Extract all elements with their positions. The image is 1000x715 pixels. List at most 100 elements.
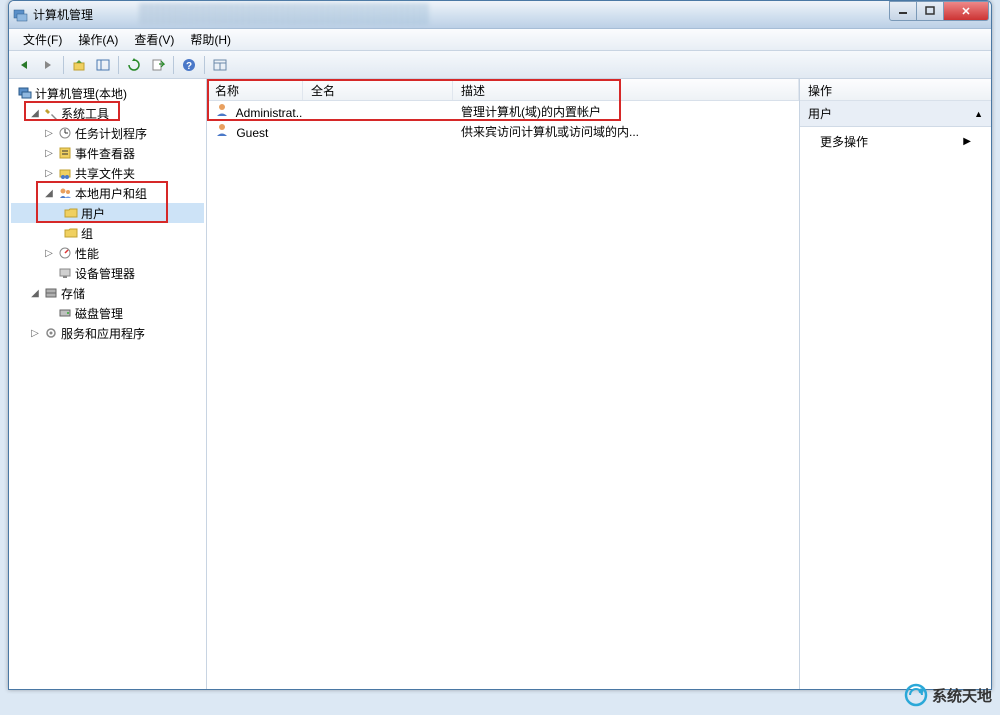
titlebar[interactable]: 计算机管理 ✕ [9, 1, 991, 29]
tree-disk-management[interactable]: 磁盘管理 [11, 303, 204, 323]
up-button[interactable] [68, 54, 90, 76]
blurred-background-app [139, 3, 429, 25]
toolbar-separator [204, 56, 205, 74]
tree-local-users-groups[interactable]: ◢ 本地用户和组 [11, 183, 204, 203]
menu-view[interactable]: 查看(V) [126, 29, 182, 50]
tree-label: 存储 [61, 285, 85, 302]
forward-button[interactable] [37, 54, 59, 76]
tree-groups[interactable]: 组 [11, 223, 204, 243]
list-row-guest[interactable]: Guest 供来宾访问计算机或访问域的内... [207, 121, 799, 141]
tree-label: 共享文件夹 [75, 165, 135, 182]
cell-description: 管理计算机(域)的内置帐户 [453, 103, 799, 120]
refresh-button[interactable] [123, 54, 145, 76]
tree-label: 性能 [75, 245, 99, 262]
cell-description: 供来宾访问计算机或访问域的内... [453, 123, 799, 140]
expander-icon[interactable]: ▷ [43, 168, 55, 179]
list-header: 名称 全名 描述 [207, 79, 799, 101]
svg-text:?: ? [186, 61, 192, 72]
expander-icon[interactable]: ▷ [29, 328, 41, 339]
tree-performance[interactable]: ▷ 性能 [11, 243, 204, 263]
event-icon [57, 145, 73, 161]
tree-label: 设备管理器 [75, 265, 135, 282]
expander-icon[interactable]: ◢ [29, 108, 41, 119]
action-more-operations[interactable]: 更多操作 ▶ [800, 127, 991, 156]
tree-label: 事件查看器 [75, 145, 135, 162]
collapse-icon[interactable]: ▲ [974, 109, 983, 119]
col-fullname[interactable]: 全名 [303, 79, 453, 100]
cell-name: Guest [236, 126, 268, 140]
expander-icon[interactable]: ◢ [29, 288, 41, 299]
action-item-label: 更多操作 [820, 133, 868, 150]
chevron-right-icon: ▶ [963, 136, 971, 147]
tree-shared-folders[interactable]: ▷ 共享文件夹 [11, 163, 204, 183]
toolbar: ? [9, 51, 991, 79]
menu-help[interactable]: 帮助(H) [182, 29, 239, 50]
toolbar-separator [173, 56, 174, 74]
expander-icon[interactable]: ▷ [43, 248, 55, 259]
expander-icon[interactable]: ▷ [43, 128, 55, 139]
app-icon [13, 7, 29, 23]
computer-management-window: 计算机管理 ✕ 文件(F) 操作(A) 查看(V) 帮助(H) ? 计算机管理 [8, 0, 992, 690]
window-title: 计算机管理 [33, 6, 93, 23]
tree-users[interactable]: 用户 [11, 203, 204, 223]
tools-icon [43, 105, 59, 121]
user-icon [215, 103, 231, 117]
menu-file[interactable]: 文件(F) [15, 29, 70, 50]
tree-root[interactable]: 计算机管理(本地) [11, 83, 204, 103]
tree-event-viewer[interactable]: ▷ 事件查看器 [11, 143, 204, 163]
tree-label: 服务和应用程序 [61, 325, 145, 342]
menu-action[interactable]: 操作(A) [70, 29, 126, 50]
clock-icon [57, 125, 73, 141]
performance-icon [57, 245, 73, 261]
back-button[interactable] [13, 54, 35, 76]
computer-icon [17, 85, 33, 101]
export-button[interactable] [147, 54, 169, 76]
list-body[interactable]: Administrat... 管理计算机(域)的内置帐户 Guest 供来宾访问… [207, 101, 799, 689]
expander-icon[interactable]: ▷ [43, 148, 55, 159]
maximize-button[interactable] [916, 1, 944, 21]
list-panel: 名称 全名 描述 Administrat... 管理计算机(域)的内置帐户 G [207, 79, 799, 689]
window-controls: ✕ [890, 1, 989, 21]
action-group-label: 用户 [808, 105, 832, 122]
properties-button[interactable] [209, 54, 231, 76]
users-icon [57, 185, 73, 201]
tree-services-apps[interactable]: ▷ 服务和应用程序 [11, 323, 204, 343]
folder-icon [63, 225, 79, 241]
expander-icon[interactable]: ◢ [43, 188, 55, 199]
cell-name: Administrat... [236, 106, 303, 120]
toolbar-separator [63, 56, 64, 74]
device-icon [57, 265, 73, 281]
tree-label: 系统工具 [61, 105, 109, 122]
list-row-administrator[interactable]: Administrat... 管理计算机(域)的内置帐户 [207, 101, 799, 121]
toolbar-separator [118, 56, 119, 74]
col-description[interactable]: 描述 [453, 79, 799, 100]
services-icon [43, 325, 59, 341]
tree-label: 用户 [81, 205, 105, 222]
tree-panel[interactable]: 计算机管理(本地) ◢ 系统工具 ▷ 任务计划程序 ▷ 事件查看器 ▷ 共享文件… [9, 79, 207, 689]
storage-icon [43, 285, 59, 301]
folder-icon [63, 205, 79, 221]
tree-storage[interactable]: ◢ 存储 [11, 283, 204, 303]
watermark: 系统天地 [904, 683, 992, 707]
tree-label: 任务计划程序 [75, 125, 147, 142]
show-hide-tree-button[interactable] [92, 54, 114, 76]
close-button[interactable]: ✕ [943, 1, 989, 21]
action-header: 操作 [800, 79, 991, 101]
tree-label: 计算机管理(本地) [35, 85, 127, 102]
watermark-text: 系统天地 [932, 685, 992, 706]
help-button[interactable]: ? [178, 54, 200, 76]
minimize-button[interactable] [889, 1, 917, 21]
action-group-users[interactable]: 用户 ▲ [800, 101, 991, 127]
action-panel: 操作 用户 ▲ 更多操作 ▶ [799, 79, 991, 689]
user-icon [215, 123, 231, 137]
tree-label: 本地用户和组 [75, 185, 147, 202]
watermark-icon [904, 683, 928, 707]
tree-system-tools[interactable]: ◢ 系统工具 [11, 103, 204, 123]
content-area: 计算机管理(本地) ◢ 系统工具 ▷ 任务计划程序 ▷ 事件查看器 ▷ 共享文件… [9, 79, 991, 689]
tree-device-manager[interactable]: 设备管理器 [11, 263, 204, 283]
tree-task-scheduler[interactable]: ▷ 任务计划程序 [11, 123, 204, 143]
col-name[interactable]: 名称 [207, 79, 303, 100]
disk-icon [57, 305, 73, 321]
menubar: 文件(F) 操作(A) 查看(V) 帮助(H) [9, 29, 991, 51]
tree-label: 磁盘管理 [75, 305, 123, 322]
